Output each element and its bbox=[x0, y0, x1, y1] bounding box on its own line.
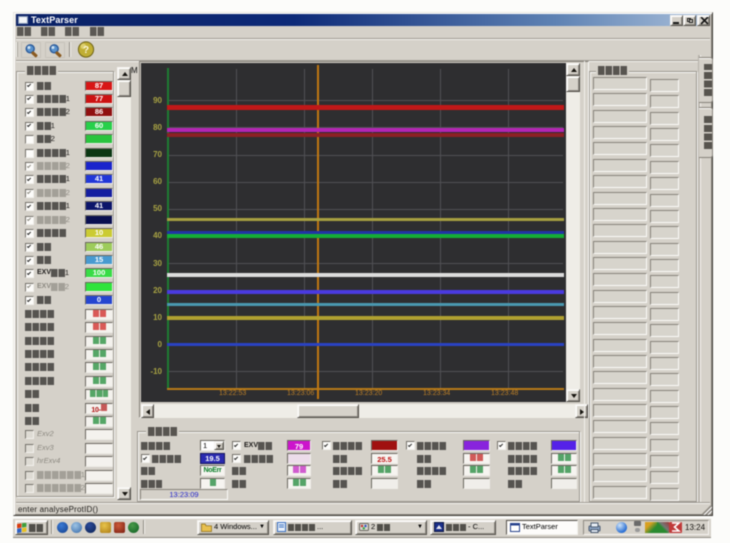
svg-text:?: ? bbox=[83, 45, 89, 56]
